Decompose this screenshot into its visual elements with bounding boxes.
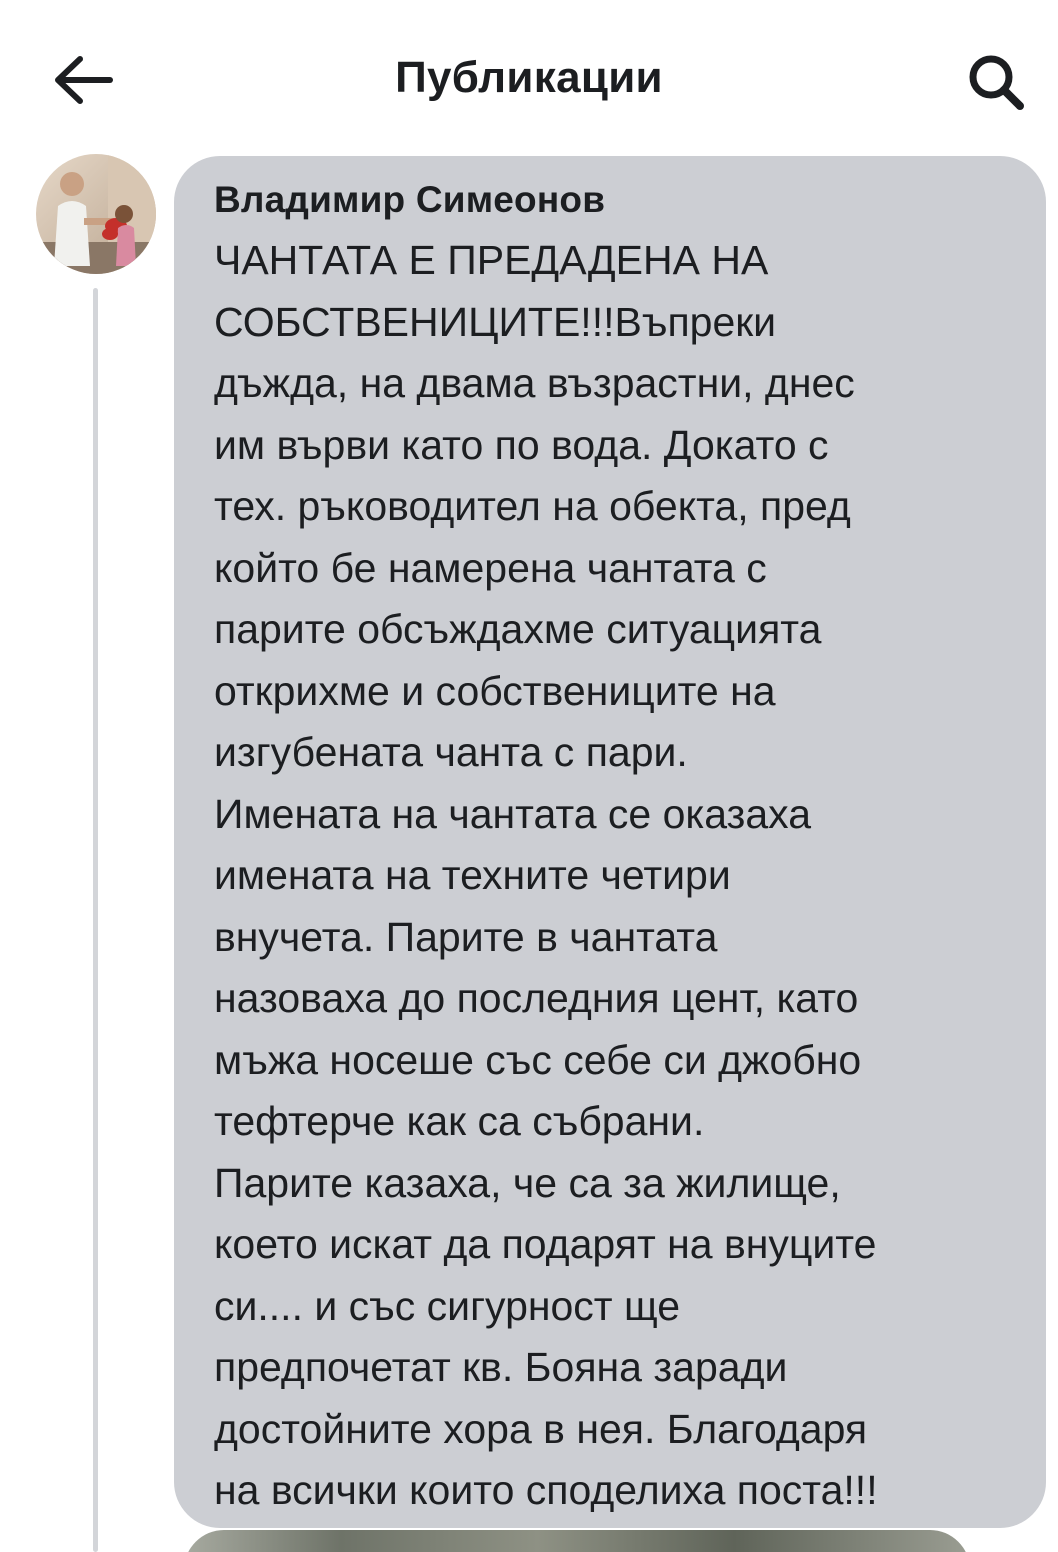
comment-text: ЧАНТАТА Е ПРЕДАДЕНА НА СОБСТВЕНИЦИТЕ!!!В… [214,230,1026,1522]
comment-bubble[interactable]: Владимир Симеонов ЧАНТАТА Е ПРЕДАДЕНА НА… [174,156,1046,1528]
attached-photo-preview[interactable] [184,1530,970,1552]
avatar[interactable] [36,154,156,274]
comment-line: ЧАНТАТА Е ПРЕДАДЕНА НА [214,237,769,283]
comment-line: имената на техните четири [214,852,731,898]
comment-line: парите обсъждахме ситуацията [214,606,822,652]
comment-line: тефтерче как са събрани. [214,1098,705,1144]
comment-line: мъжа носеше със себе си джобно [214,1036,862,1083]
comment-line: дъжда, на двама възрастни, днес [214,360,855,406]
screen: Публикации Владимир Симеонов ЧАНТАТА Е П… [0,0,1058,1552]
comment-line: Имената на чантата се оказаха [214,790,812,837]
comment-author[interactable]: Владимир Симеонов [214,176,1026,224]
comment-line: изгубената чанта с пари. [214,729,688,775]
comment-line: който бе намерена чантата с [214,544,767,591]
comment-line: СОБСТВЕНИЦИТЕ!!!Въпреки [214,298,777,345]
comment-line: което искат да подарят на внуците [214,1221,877,1267]
comment-line: назоваха до последния цент, като [214,975,859,1021]
comment-line: си.... и със сигурност ще [214,1282,681,1329]
comment-line: на всички които споделиха поста!!! [214,1467,878,1513]
comment-line: им върви като по вода. Докато с [214,421,829,468]
comment-line: тех. ръководител на обекта, пред [214,483,851,529]
search-icon [969,55,1024,110]
comment-line: открихме и собствениците на [214,667,776,714]
search-button[interactable] [956,46,1036,118]
thread-line [93,288,98,1552]
comment-line: Парите казаха, че са за жилище, [214,1159,841,1206]
comment-line: предпочетат кв. Бояна заради [214,1344,788,1390]
top-app-bar: Публикации [0,0,1058,150]
avatar-photo [36,154,156,274]
page-title: Публикации [395,53,663,102]
comment-line: внучета. Парите в чантата [214,913,718,960]
comment-line: достойните хора в нея. Благодаря [214,1405,868,1452]
